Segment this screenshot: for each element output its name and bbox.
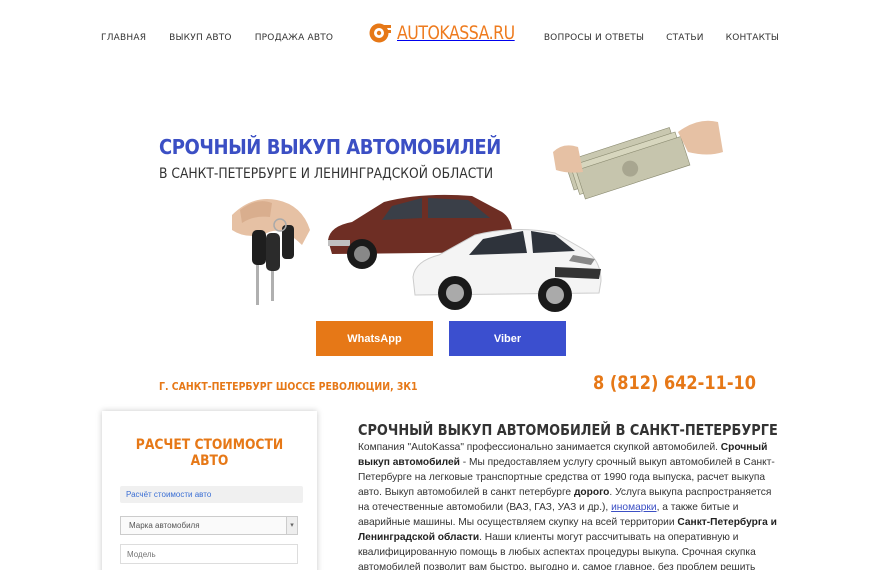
calc-tab[interactable]: Расчёт стоимости авто	[120, 486, 303, 503]
white-sedan-image	[412, 228, 602, 312]
nav-link-buyout[interactable]: ВЫКУП АВТО	[169, 33, 232, 43]
calc-title: РАСЧЕТ СТОИМОСТИ АВТО	[135, 437, 284, 469]
article-title: СРОЧНЫЙ ВЫКУП АВТОМОБИЛЕЙ В САНКТ-ПЕТЕРБ…	[358, 421, 778, 439]
money-in-hands-image	[553, 120, 723, 200]
site-header: ГЛАВНАЯ ВЫКУП АВТО ПРОДАЖА АВТО AUTOKASS…	[0, 0, 880, 76]
article-bold-2: дорого	[573, 487, 610, 498]
foreign-cars-link[interactable]: иномарки	[611, 502, 656, 513]
hero-title: СРОЧНЫЙ ВЫКУП АВТОМОБИЛЕЙ	[159, 135, 501, 159]
viber-button[interactable]: Viber	[449, 321, 566, 356]
nav-link-faq[interactable]: ВОПРОСЫ И ОТВЕТЫ	[544, 33, 644, 43]
article-body: Компания "AutoKassa" профессионально зан…	[358, 440, 778, 570]
article-text-1: Компания "AutoKassa" профессионально зан…	[358, 442, 721, 453]
logo-text: AUTOKASSA.RU	[397, 22, 515, 44]
address: Г. САНКТ-ПЕТЕРБУРГ ШОССЕ РЕВОЛЮЦИИ, 3К1	[159, 380, 418, 393]
nav-link-home[interactable]: ГЛАВНАЯ	[101, 33, 146, 43]
hero-subtitle: В САНКТ-ПЕТЕРБУРГЕ И ЛЕНИНГРАДСКОЙ ОБЛАС…	[159, 166, 494, 182]
calc-panel: РАСЧЕТ СТОИМОСТИ АВТО Расчёт стоимости а…	[102, 411, 317, 570]
phone-link[interactable]: 8 (812) 642-11-10	[593, 372, 756, 394]
car-model-input[interactable]	[120, 544, 298, 564]
site-logo[interactable]: AUTOKASSA.RU	[368, 22, 525, 44]
chevron-down-icon: ▾	[286, 517, 297, 534]
car-make-select[interactable]: Марка автомобиля ▾	[120, 516, 298, 535]
nav-link-contacts[interactable]: КОНТАКТЫ	[726, 33, 779, 43]
nav-link-sale[interactable]: ПРОДАЖА АВТО	[255, 33, 334, 43]
whatsapp-button[interactable]: WhatsApp	[316, 321, 433, 356]
nav-link-articles[interactable]: СТАТЬИ	[666, 33, 704, 43]
main-nav-left: ГЛАВНАЯ ВЫКУП АВТО ПРОДАЖА АВТО	[101, 33, 356, 43]
car-make-select-value: Марка автомобиля	[129, 521, 200, 530]
main-nav-right: ВОПРОСЫ И ОТВЕТЫ СТАТЬИ КОНТАКТЫ	[522, 33, 779, 43]
wheel-icon	[369, 23, 391, 43]
